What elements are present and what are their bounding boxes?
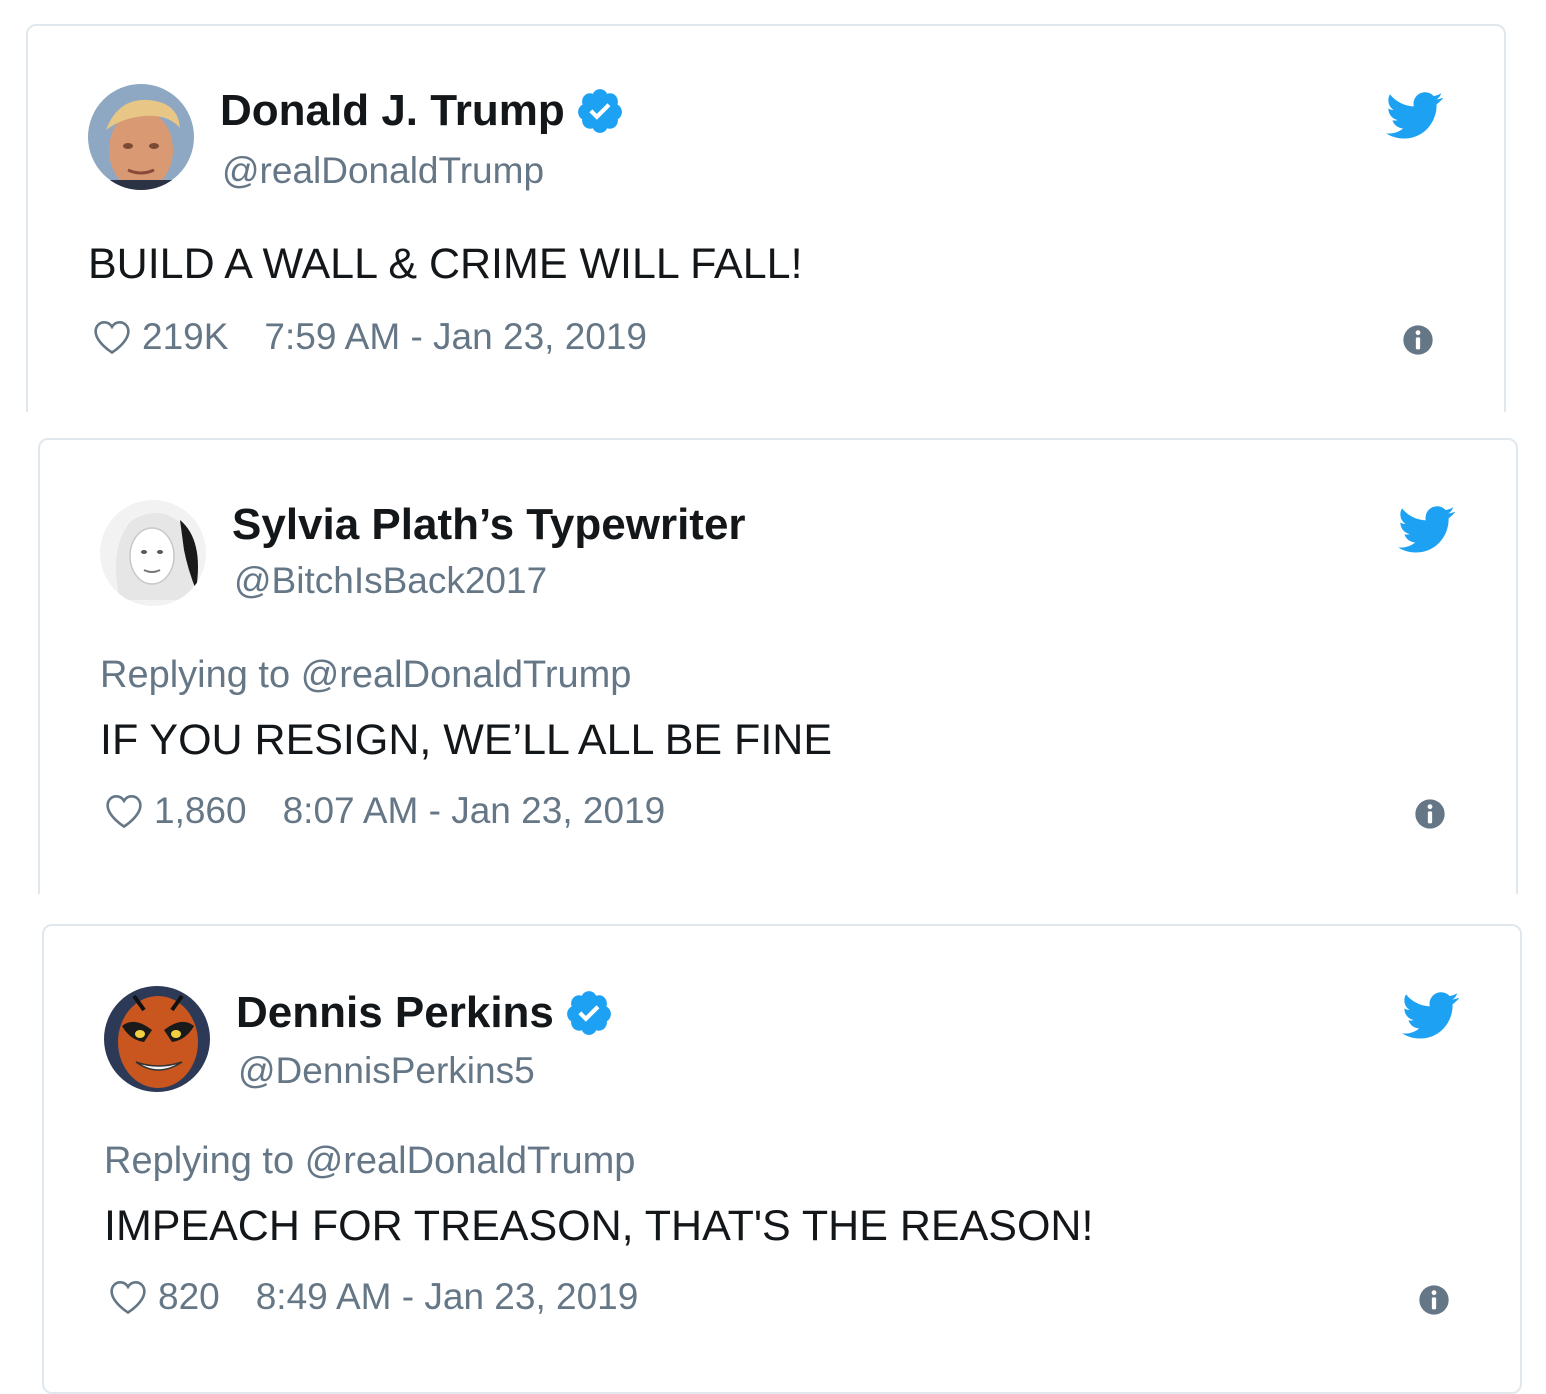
- verified-badge-icon: [577, 89, 622, 133]
- info-circle-icon[interactable]: [1402, 324, 1434, 356]
- tweet-text: BUILD A WALL & CRIME WILL FALL!: [88, 240, 803, 288]
- replying-to: Replying to @realDonaldTrump: [100, 654, 631, 697]
- tweet-meta: 1,860 8:07 AM - Jan 23, 2019: [104, 790, 665, 832]
- timestamp[interactable]: 8:07 AM - Jan 23, 2019: [283, 790, 666, 832]
- display-name-text: Donald J. Trump: [220, 86, 565, 135]
- heart-outline-icon[interactable]: [92, 319, 132, 355]
- heart-outline-icon[interactable]: [108, 1279, 148, 1315]
- display-name[interactable]: Sylvia Plath’s Typewriter: [232, 500, 746, 550]
- tweet-meta: 820 8:49 AM - Jan 23, 2019: [108, 1276, 638, 1318]
- twitter-bird-icon[interactable]: [1386, 92, 1444, 140]
- replying-to-mention[interactable]: @realDonaldTrump: [305, 1140, 636, 1182]
- twitter-bird-icon[interactable]: [1398, 506, 1456, 554]
- replying-to-mention[interactable]: @realDonaldTrump: [301, 654, 632, 696]
- avatar[interactable]: [100, 500, 206, 606]
- tweet-text: IF YOU RESIGN, WE’LL ALL BE FINE: [100, 716, 833, 764]
- verified-badge-icon: [567, 991, 611, 1035]
- tweet-text: IMPEACH FOR TREASON, THAT'S THE REASON!: [104, 1202, 1094, 1250]
- replying-to-label: Replying to: [104, 1140, 295, 1182]
- tweet-meta: 219K 7:59 AM - Jan 23, 2019: [92, 316, 647, 358]
- twitter-bird-icon[interactable]: [1402, 992, 1460, 1040]
- display-name[interactable]: Dennis Perkins: [236, 988, 614, 1038]
- info-circle-icon[interactable]: [1414, 798, 1446, 830]
- display-name-text: Dennis Perkins: [236, 988, 554, 1037]
- avatar[interactable]: [88, 84, 194, 190]
- timestamp[interactable]: 8:49 AM - Jan 23, 2019: [256, 1276, 639, 1318]
- timestamp[interactable]: 7:59 AM - Jan 23, 2019: [264, 316, 647, 358]
- like-count[interactable]: 219K: [142, 316, 228, 358]
- display-name[interactable]: Donald J. Trump: [220, 86, 625, 136]
- display-name-text: Sylvia Plath’s Typewriter: [232, 500, 746, 549]
- handle[interactable]: @realDonaldTrump: [222, 150, 544, 192]
- tweet-card-1[interactable]: [26, 24, 1506, 424]
- like-count[interactable]: 820: [158, 1276, 220, 1318]
- handle[interactable]: @BitchIsBack2017: [234, 560, 547, 602]
- replying-to-label: Replying to: [100, 654, 291, 696]
- info-circle-icon[interactable]: [1418, 1284, 1450, 1316]
- heart-outline-icon[interactable]: [104, 793, 144, 829]
- like-count[interactable]: 1,860: [154, 790, 247, 832]
- avatar[interactable]: [104, 986, 210, 1092]
- handle[interactable]: @DennisPerkins5: [238, 1050, 535, 1092]
- replying-to: Replying to @realDonaldTrump: [104, 1140, 635, 1183]
